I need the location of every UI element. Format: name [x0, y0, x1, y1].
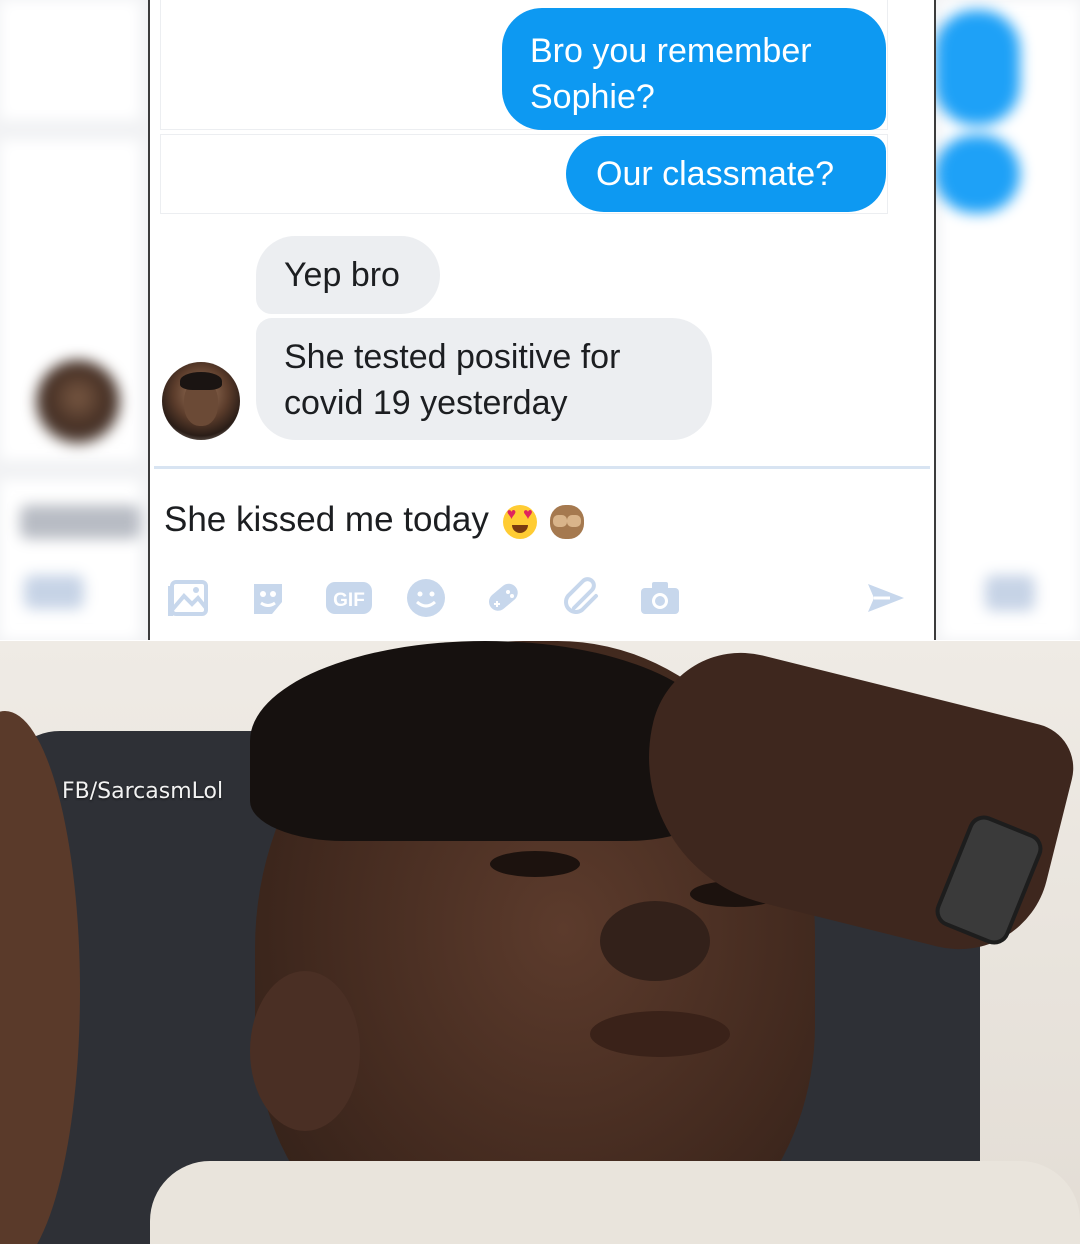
gif-label: GIF — [333, 590, 365, 611]
incoming-message-bubble[interactable]: Yep bro — [256, 236, 440, 314]
photo-icon[interactable] — [168, 576, 212, 620]
attachment-icon[interactable] — [560, 576, 604, 620]
photo-kid-ear — [250, 971, 360, 1131]
outgoing-message-bubble[interactable]: Our classmate? — [566, 136, 886, 212]
sticker-icon[interactable] — [246, 576, 290, 620]
photo-kid-shirt — [150, 1161, 1080, 1244]
message-text: She tested positive for covid 19 yesterd… — [284, 338, 621, 422]
message-text: Our classmate? — [596, 155, 835, 193]
composer-text: She kissed me today — [164, 500, 489, 539]
photo-kid-eye — [490, 851, 580, 877]
composer-divider — [154, 466, 930, 469]
message-composer-input[interactable]: She kissed me today — [164, 500, 585, 540]
see-no-evil-monkey-emoji — [550, 504, 585, 539]
crying-kid-photo: FB/SarcasmLol — [0, 641, 1080, 1244]
game-controller-icon[interactable] — [482, 576, 526, 620]
message-text: Yep bro — [284, 256, 400, 294]
send-icon[interactable] — [864, 576, 908, 620]
composer-toolbar: GIF — [164, 568, 914, 624]
camera-icon[interactable] — [638, 576, 682, 620]
contact-avatar[interactable] — [162, 362, 240, 440]
emoji-icon[interactable] — [404, 576, 448, 620]
heart-eyes-emoji — [502, 504, 537, 539]
messenger-panel: Bro you remember Sophie? Our classmate? … — [148, 0, 936, 640]
watermark-text: FB/SarcasmLol — [62, 779, 224, 804]
chat-screenshot: Bro you remember Sophie? Our classmate? … — [0, 0, 1080, 640]
outgoing-message-bubble[interactable]: Bro you remember Sophie? — [502, 8, 886, 130]
photo-kid-nose — [600, 901, 710, 981]
gif-icon[interactable]: GIF — [324, 576, 374, 620]
photo-kid-mouth — [590, 1011, 730, 1057]
message-text: Bro you remember Sophie? — [530, 32, 812, 116]
incoming-message-bubble[interactable]: She tested positive for covid 19 yesterd… — [256, 318, 712, 440]
